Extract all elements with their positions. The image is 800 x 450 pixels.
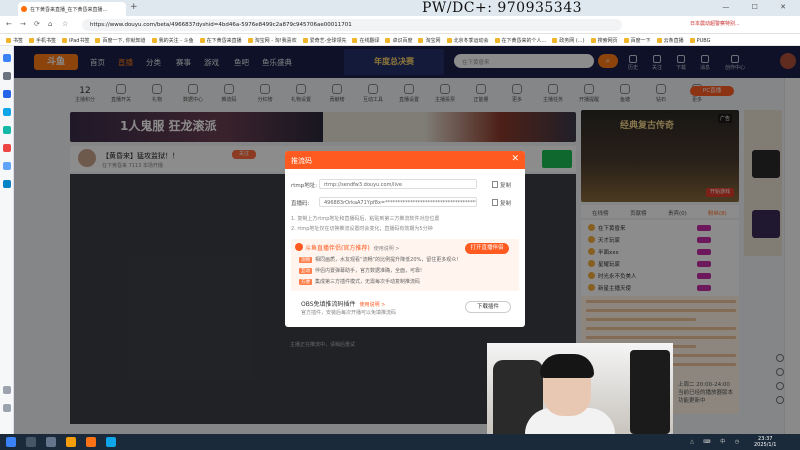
rtmp-label: rtmp地址: bbox=[291, 183, 318, 189]
copy-key-button[interactable]: 复制 bbox=[492, 199, 511, 207]
bookmark-item[interactable]: 书签 bbox=[0, 34, 23, 44]
hint-1: 1. 复制上方rtmp地址和直播码后，粘贴到第三方推流软件对应位置 bbox=[291, 216, 440, 222]
bookmark-item[interactable]: 在下黄昏来的个人... bbox=[489, 34, 547, 44]
app-taskbar-icon[interactable] bbox=[106, 437, 116, 447]
feature-smooth: 流畅 相同画质，水友观看“流畅”的比例提升降低20%，留住更多观众! bbox=[299, 257, 459, 263]
open-companion-button[interactable]: 打开直播伴侣 bbox=[465, 243, 509, 254]
bookmark-item[interactable]: 百度一下, 你就知道 bbox=[89, 34, 145, 44]
stream-key-dialog: 推流码 ✕ rtmp地址: rtmp://sendfw3.douyu.com/l… bbox=[285, 151, 525, 327]
bookmark-item[interactable]: 政务网 (...) bbox=[546, 34, 584, 44]
start-icon[interactable] bbox=[6, 437, 16, 447]
bookmark-item[interactable]: 淘宝网 bbox=[412, 34, 440, 44]
bookmark-item[interactable]: 百度一下 bbox=[618, 34, 651, 44]
bookmark-item[interactable]: 我的关注 - 斗鱼 bbox=[146, 34, 194, 44]
dialog-title: 推流码 bbox=[291, 157, 312, 165]
webcam-microphone bbox=[630, 350, 670, 434]
search-taskbar-icon[interactable] bbox=[26, 437, 36, 447]
browser-tab[interactable]: 在下黄昏来直播_在下黄昏来直播... bbox=[18, 2, 126, 16]
companion-title: 斗鱼直播伴侣(官方推荐) 使用说明 > bbox=[305, 245, 400, 252]
reload-icon[interactable]: ⟳ bbox=[34, 20, 40, 28]
hint-2: 2. rtmp地址仅在切换推流设置时会变化；直播码有效期为5分钟 bbox=[291, 226, 433, 232]
dock-star-icon[interactable] bbox=[3, 72, 11, 80]
news-ticker[interactable]: 日本震动超警察特别... bbox=[690, 20, 740, 27]
dock-home-icon[interactable] bbox=[3, 54, 11, 62]
bookmark-item[interactable]: 云条直播 bbox=[651, 34, 684, 44]
stream-key-field[interactable]: 496883rOrkaA71Ypf8x=********************… bbox=[319, 197, 477, 207]
browser-tab-bar: 在下黄昏来直播_在下黄昏来直播... + PW/DC+: 970935343 —… bbox=[0, 0, 800, 16]
dock-history-icon[interactable] bbox=[3, 404, 11, 412]
douyu-favicon-icon bbox=[21, 6, 27, 12]
new-tab-button[interactable]: + bbox=[130, 2, 138, 12]
douyu-paw-icon bbox=[295, 243, 303, 251]
bookmark-item[interactable]: 北京冬季运动会 bbox=[441, 34, 489, 44]
bookmark-item[interactable]: iPad书签 bbox=[56, 34, 89, 44]
bookmark-item[interactable]: 在线翻译 bbox=[346, 34, 379, 44]
url-field[interactable]: https://www.douyu.com/beta/4966837dyshid… bbox=[82, 19, 622, 31]
taskbar: △ ⌨ 中 ◷ 23:37 2025/1/1 bbox=[0, 434, 800, 450]
bookmark-item[interactable]: 搜索网页 bbox=[585, 34, 618, 44]
dock-game-icon[interactable] bbox=[3, 180, 11, 188]
home-icon[interactable]: ⌂ bbox=[48, 20, 52, 28]
bookmarks-bar: 书签 手机书签 iPad书签 百度一下, 你就知道 我的关注 - 斗鱼 在下黄昏来直播 淘宝… bbox=[0, 34, 800, 46]
overlay-watermark: PW/DC+: 970935343 bbox=[422, 0, 583, 16]
tab-title: 在下黄昏来直播_在下黄昏来直播... bbox=[30, 7, 108, 13]
dock-settings-icon[interactable] bbox=[3, 386, 11, 394]
bookmark-item[interactable]: 卓识百度 bbox=[379, 34, 412, 44]
back-icon[interactable]: ← bbox=[6, 20, 12, 28]
forward-icon[interactable]: → bbox=[20, 20, 26, 28]
bookmark-item[interactable]: 在下黄昏来直播 bbox=[194, 34, 242, 44]
stream-key-label: 直播码: bbox=[291, 201, 310, 207]
douyu-taskbar-icon[interactable] bbox=[86, 437, 96, 447]
copy-rtmp-button[interactable]: 复制 bbox=[492, 181, 511, 189]
clock[interactable]: 23:37 2025/1/1 bbox=[754, 436, 776, 448]
left-dock bbox=[0, 46, 14, 434]
rtmp-field[interactable]: rtmp://sendfw3.douyu.com/live bbox=[319, 179, 477, 189]
companion-help-link[interactable]: 使用说明 > bbox=[374, 246, 400, 252]
bookmark-item[interactable]: 爱奇艺-全球领先 bbox=[297, 34, 347, 44]
bookmark-item[interactable]: PUBG bbox=[684, 35, 711, 44]
dock-cloud-icon[interactable] bbox=[3, 108, 11, 116]
bookmark-item[interactable]: 手机书签 bbox=[23, 34, 56, 44]
feature-convenient: 方便 集成第三方插件模式，无需每次手动复制推流码 bbox=[299, 279, 421, 285]
dock-video-icon[interactable] bbox=[3, 144, 11, 152]
dock-chat-icon[interactable] bbox=[3, 126, 11, 134]
obs-plugin-title: OBS免填推流码插件 使用说明 > bbox=[301, 301, 386, 308]
download-plugin-button[interactable]: 下载插件 bbox=[465, 301, 511, 313]
webcam-person-hair bbox=[540, 354, 594, 378]
obs-help-link[interactable]: 使用说明 > bbox=[360, 302, 386, 308]
window-controls[interactable]: — ☐ ✕ bbox=[722, 3, 796, 11]
game-taskbar-icon[interactable] bbox=[66, 437, 76, 447]
dock-map-icon[interactable] bbox=[3, 162, 11, 170]
star-icon[interactable]: ☆ bbox=[62, 20, 68, 28]
system-tray[interactable]: △ ⌨ 中 ◷ bbox=[690, 438, 743, 445]
dock-mail-icon[interactable] bbox=[3, 90, 11, 98]
obs-plugin-desc: 官方插件，安装后每次开播可以免填推流码 bbox=[301, 310, 397, 316]
browser-taskbar-icon[interactable] bbox=[46, 437, 56, 447]
dialog-header: 推流码 ✕ bbox=[285, 151, 525, 169]
address-bar-row: ← → ⟳ ⌂ ☆ https://www.douyu.com/beta/496… bbox=[0, 16, 800, 34]
feature-interact: 互动 伴侣内置弹幕助手，官方数据准确，全面，可靠! bbox=[299, 268, 423, 274]
close-icon[interactable]: ✕ bbox=[511, 154, 519, 164]
bookmark-item[interactable]: 淘宝网 - 淘!我喜欢 bbox=[242, 34, 297, 44]
